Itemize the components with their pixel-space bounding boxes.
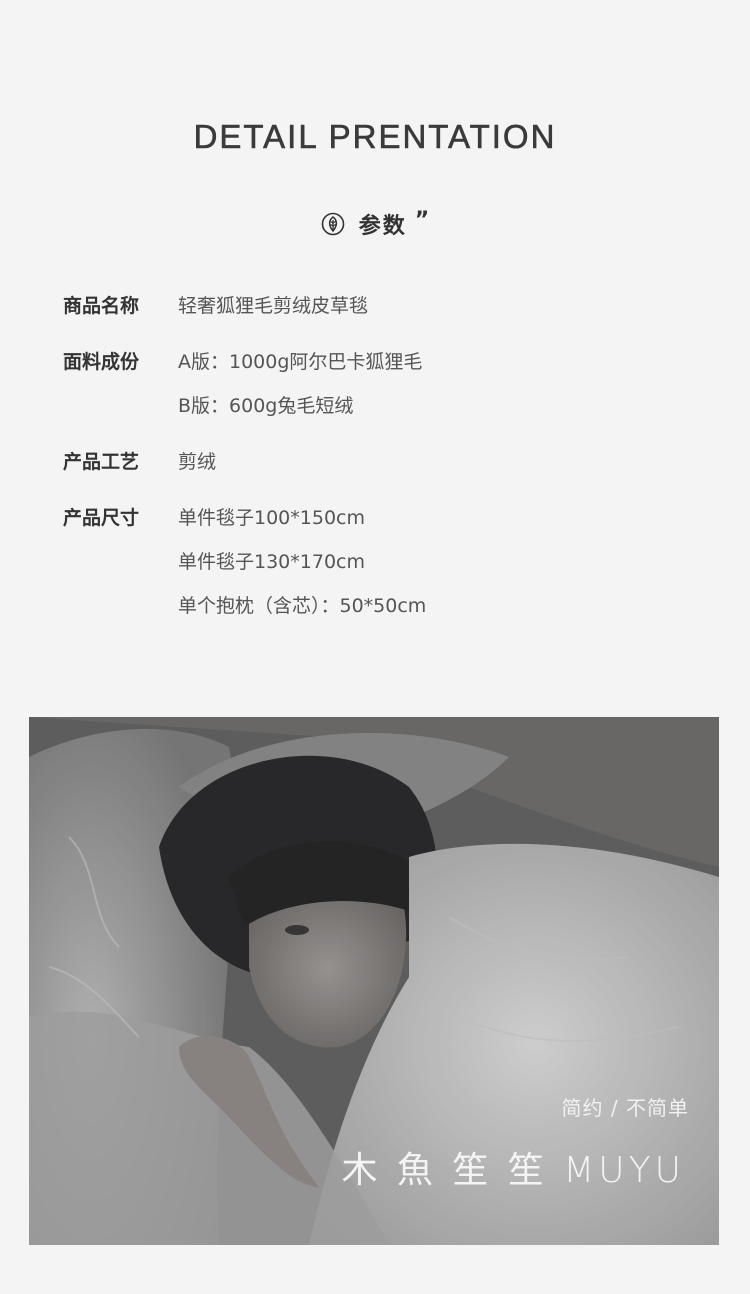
- section-header: 参数 ”: [0, 208, 750, 240]
- param-row-size: 产品尺寸 单件毯子100*150cm 单件毯子130*170cm 单个抱枕（含芯…: [63, 501, 703, 623]
- params-list: 商品名称 轻奢狐狸毛剪绒皮草毯 面料成份 A版：1000g阿尔巴卡狐狸毛 B版：…: [63, 289, 703, 645]
- param-value: 轻奢狐狸毛剪绒皮草毯: [178, 295, 369, 317]
- param-value: B版：600g兔毛短绒: [178, 395, 354, 417]
- brand-name: 木 魚 笙 笙 MUYU: [341, 1150, 685, 1191]
- param-value: 单个抱枕（含芯）：50*50cm: [178, 595, 427, 617]
- param-value: A版：1000g阿尔巴卡狐狸毛: [178, 351, 423, 373]
- lifestyle-photo: 简约 / 不简单 木 魚 笙 笙 MUYU: [29, 717, 719, 1245]
- param-value: 单件毯子100*150cm: [178, 507, 365, 529]
- param-key: 产品工艺: [63, 451, 140, 473]
- leaf-icon: [321, 212, 345, 236]
- param-row-name: 商品名称 轻奢狐狸毛剪绒皮草毯: [63, 289, 703, 323]
- param-row-craft: 产品工艺 剪绒: [63, 445, 703, 479]
- param-value: 单件毯子130*170cm: [178, 551, 365, 573]
- param-key: 产品尺寸: [63, 507, 140, 529]
- param-row-fabric: 面料成份 A版：1000g阿尔巴卡狐狸毛 B版：600g兔毛短绒: [63, 345, 703, 423]
- page-title: DETAIL PRENTATION: [193, 118, 557, 156]
- photo-tagline: 简约 / 不简单: [561, 1096, 689, 1120]
- section-quote: ”: [414, 207, 430, 233]
- section-label: 参数: [358, 214, 407, 239]
- param-key: 商品名称: [63, 295, 140, 317]
- param-key: 面料成份: [63, 351, 140, 373]
- param-value: 剪绒: [178, 451, 217, 473]
